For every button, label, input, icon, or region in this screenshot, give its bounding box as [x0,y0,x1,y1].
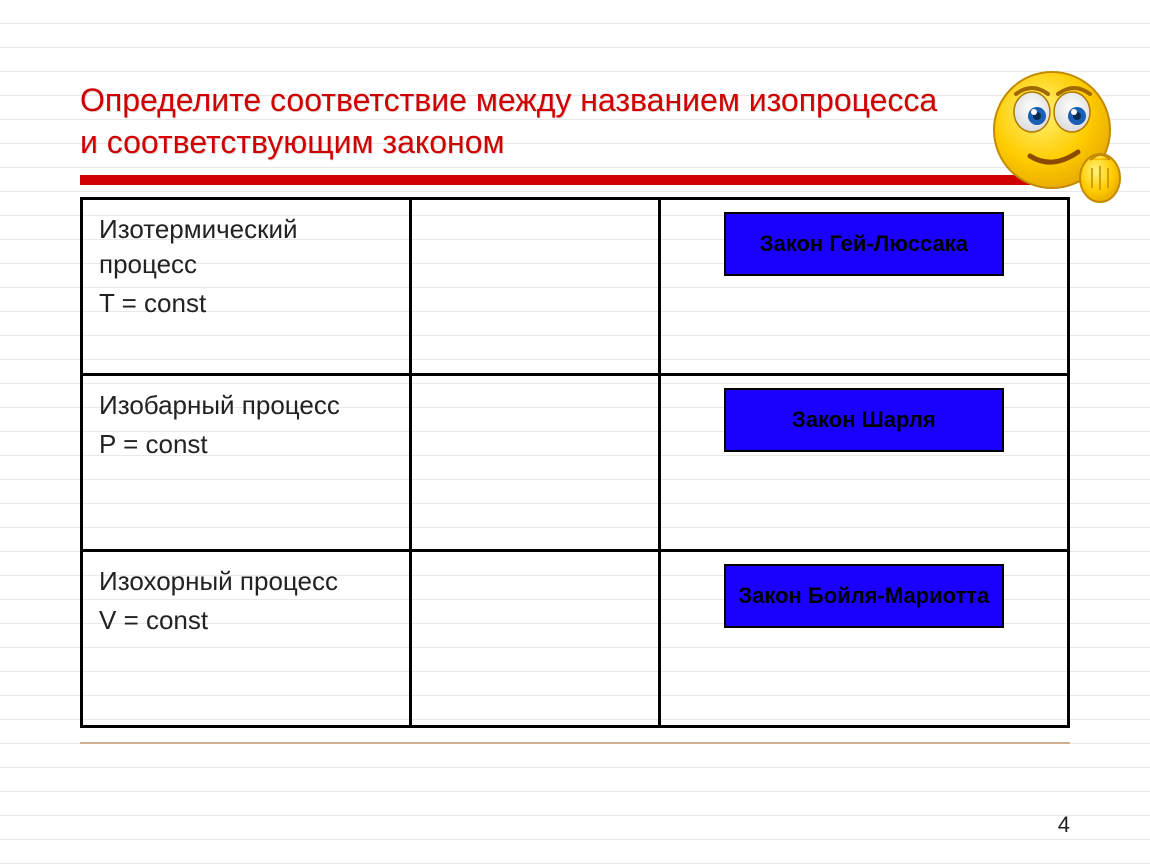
page-number: 4 [1058,812,1070,838]
process-cell: Изобарный процесс P = const [82,375,411,551]
process-cell: Изотермический процесс T = const [82,199,411,375]
bottom-divider [80,742,1070,744]
table-row: Изотермический процесс T = const Закон Г… [82,199,1069,375]
law-cell: Закон Бойля-Мариотта [659,551,1068,727]
slide-title: Определите соответствие между названием … [80,80,960,163]
title-underline [80,175,1070,185]
law-card[interactable]: Закон Шарля [724,388,1004,452]
drop-target-cell[interactable] [411,375,659,551]
process-equation: T = const [99,288,393,319]
thinking-emoji-icon [982,60,1132,210]
process-name: Изотермический процесс [99,212,393,282]
matching-table: Изотермический процесс T = const Закон Г… [80,197,1070,728]
process-name: Изохорный процесс [99,564,393,599]
table-row: Изобарный процесс P = const Закон Шарля [82,375,1069,551]
process-equation: P = const [99,429,393,460]
law-card[interactable]: Закон Бойля-Мариотта [724,564,1004,628]
slide: Определите соответствие между названием … [0,0,1150,864]
law-cell: Закон Шарля [659,375,1068,551]
drop-target-cell[interactable] [411,199,659,375]
drop-target-cell[interactable] [411,551,659,727]
law-card[interactable]: Закон Гей-Люссака [724,212,1004,276]
process-cell: Изохорный процесс V = const [82,551,411,727]
law-cell: Закон Гей-Люссака [659,199,1068,375]
process-equation: V = const [99,605,393,636]
table-row: Изохорный процесс V = const Закон Бойля-… [82,551,1069,727]
process-name: Изобарный процесс [99,388,393,423]
